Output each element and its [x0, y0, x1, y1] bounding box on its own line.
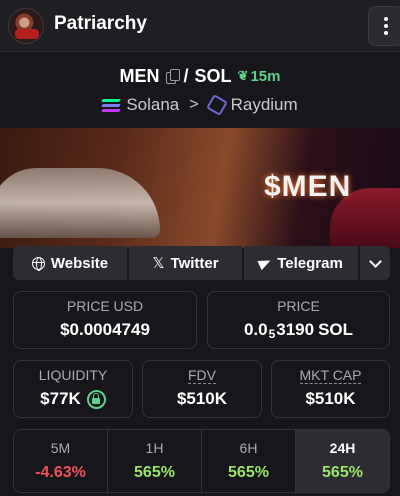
- dex-name[interactable]: Raydium: [231, 95, 298, 115]
- telegram-label: Telegram: [277, 254, 343, 272]
- tab-label: 5M: [50, 440, 71, 456]
- twitter-button[interactable]: 𝕏 Twitter: [129, 246, 242, 280]
- pair-title: MEN / SOL ❦ 15m: [0, 64, 400, 88]
- price-native-zeros: 5: [268, 327, 276, 341]
- tab-24h[interactable]: 24H 565%: [296, 430, 389, 492]
- token-name: Patriarchy: [54, 13, 147, 34]
- seedling-icon: ❦: [237, 68, 249, 83]
- solana-icon: [101, 98, 122, 112]
- copy-icon[interactable]: [165, 69, 180, 84]
- website-button[interactable]: Website: [13, 246, 127, 280]
- banner-car-left: [0, 168, 160, 238]
- tab-label: 24H: [329, 440, 356, 456]
- chain-breadcrumb: Solana > Raydium: [0, 93, 400, 117]
- price-usd-label: PRICE USD: [66, 298, 144, 314]
- telegram-button[interactable]: Telegram: [244, 246, 358, 280]
- telegram-icon: [257, 255, 273, 271]
- pair-age-value: 15m: [250, 67, 281, 85]
- quote-symbol: SOL: [194, 65, 232, 86]
- lock-icon[interactable]: [86, 389, 106, 409]
- liquidity-value: $77K: [40, 389, 81, 408]
- liquidity-label: LIQUIDITY: [38, 367, 108, 383]
- kebab-icon: [384, 17, 388, 35]
- pair-separator: /: [183, 65, 189, 86]
- token-avatar: [8, 8, 44, 44]
- liquidity-card: LIQUIDITY $77K: [13, 360, 133, 418]
- more-links-button[interactable]: [360, 246, 390, 280]
- base-symbol: MEN: [119, 65, 160, 86]
- price-native-digits: 3190: [276, 320, 315, 339]
- social-links: Website 𝕏 Twitter Telegram: [13, 246, 390, 280]
- raydium-icon: [205, 94, 228, 116]
- tab-label: 6H: [239, 440, 258, 456]
- globe-icon: [31, 256, 45, 271]
- price-change-tabs: 5M -4.63% 1H 565% 6H 565% 24H 565%: [13, 429, 390, 493]
- price-usd-value: $0.0004749: [60, 320, 150, 339]
- change-value: 565%: [322, 464, 363, 481]
- price-usd-card: PRICE USD $0.0004749: [13, 291, 197, 349]
- tab-label: 1H: [145, 440, 164, 456]
- mkt-cap-card: MKT CAP $510K: [271, 360, 390, 418]
- banner-ticker: $MEN: [264, 170, 352, 203]
- change-value: -4.63%: [35, 464, 86, 481]
- pair-age: ❦ 15m: [238, 68, 281, 85]
- twitter-label: Twitter: [170, 254, 219, 272]
- website-label: Website: [50, 254, 109, 272]
- x-logo-icon: 𝕏: [152, 255, 165, 272]
- fdv-label[interactable]: FDV: [188, 367, 216, 384]
- chevron-down-icon: [368, 254, 382, 268]
- network-name[interactable]: Solana: [126, 95, 179, 115]
- mkt-cap-label[interactable]: MKT CAP: [299, 367, 362, 384]
- app-header: Patriarchy: [0, 0, 400, 52]
- tab-1h[interactable]: 1H 565%: [108, 430, 202, 492]
- change-value: 565%: [134, 464, 175, 481]
- price-native-prefix: 0.0: [243, 320, 268, 339]
- more-menu-button[interactable]: [368, 6, 400, 46]
- chevron-right-icon: >: [189, 96, 199, 113]
- token-banner: $MEN: [0, 128, 400, 248]
- fdv-value: $510K: [176, 389, 228, 408]
- price-native-card: PRICE 0.0 5 3190 SOL: [207, 291, 390, 349]
- change-value: 565%: [228, 464, 269, 481]
- tab-5m[interactable]: 5M -4.63%: [14, 430, 108, 492]
- price-native-unit: SOL: [318, 320, 354, 339]
- tab-6h[interactable]: 6H 565%: [202, 430, 296, 492]
- liquidity-value-row: $77K: [14, 389, 132, 409]
- fdv-card: FDV $510K: [142, 360, 262, 418]
- mkt-cap-value: $510K: [305, 389, 356, 408]
- price-native-value: 0.0 5 3190 SOL: [208, 320, 389, 341]
- price-native-label: PRICE: [277, 298, 320, 314]
